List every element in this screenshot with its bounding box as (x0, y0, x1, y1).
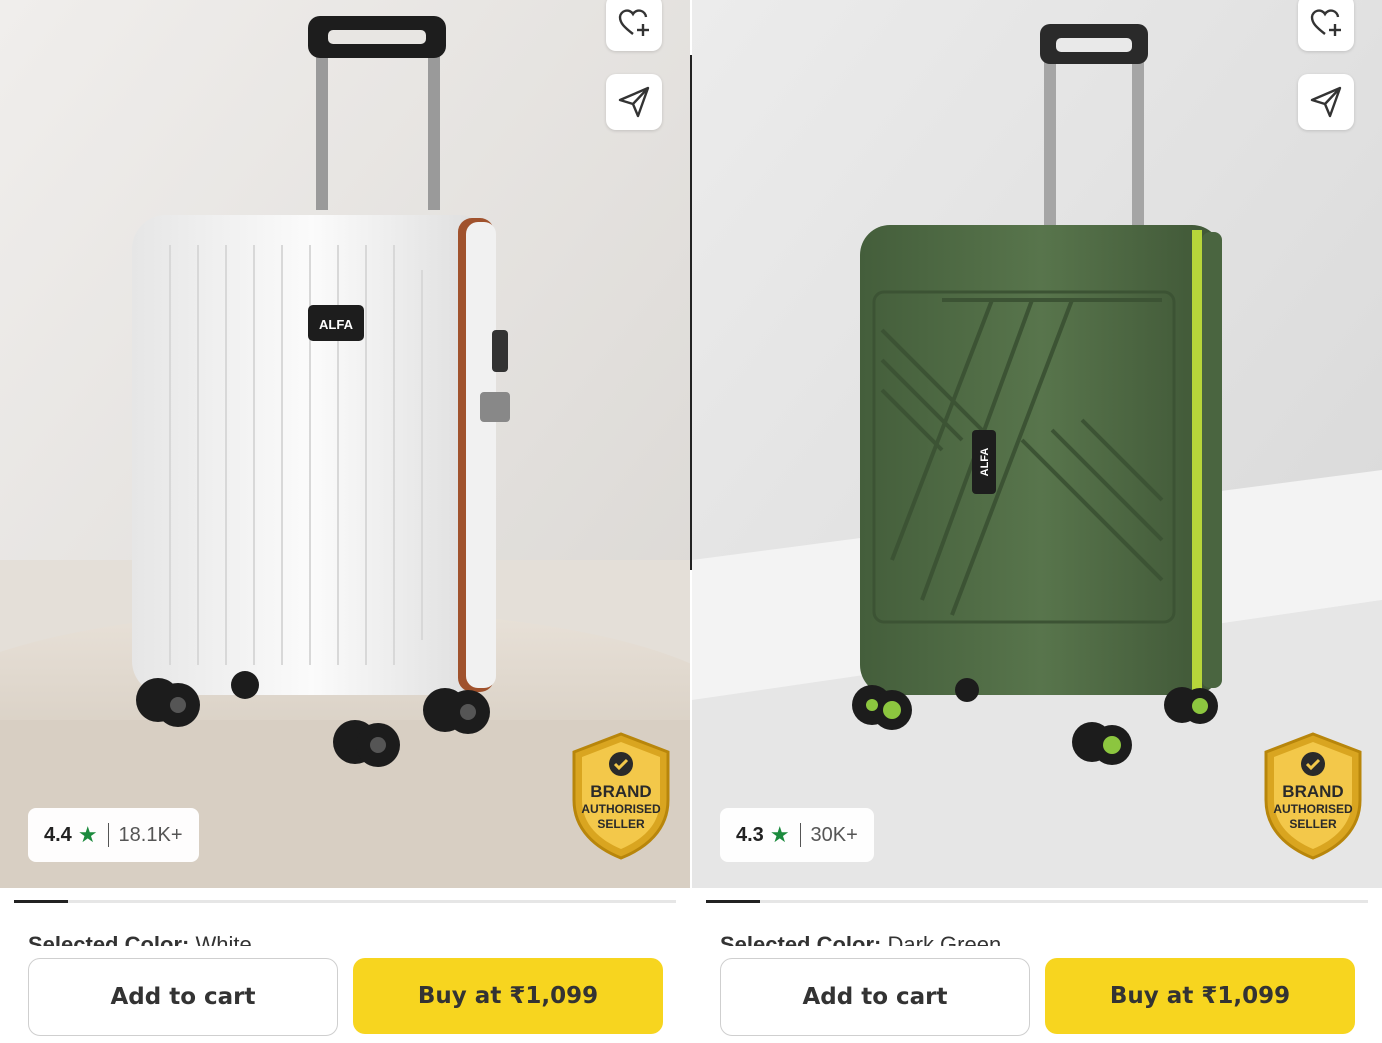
heart-plus-icon (1310, 9, 1341, 36)
image-carousel-indicator (706, 900, 1368, 903)
badge-line-seller: SELLER (597, 817, 645, 831)
selected-color-label: Selected Color: (720, 932, 882, 946)
product-panel-dark-green: ALFA 4.3 ★ 30K+ BRAND AUTHORISED SELLER … (692, 0, 1382, 1043)
brand-authorised-seller-badge: BRAND AUTHORISED SELLER (1260, 730, 1366, 860)
brand-authorised-seller-badge: BRAND AUTHORISED SELLER (568, 730, 674, 860)
buy-now-button[interactable]: Buy at ₹1,099 (1045, 958, 1355, 1034)
wishlist-button[interactable] (1298, 0, 1354, 51)
badge-line-seller: SELLER (1289, 817, 1337, 831)
star-icon: ★ (77, 822, 98, 847)
product-panel-white: ALFA 4.4 ★ 18.1K+ BRAND AUTHORISED SELLE… (0, 0, 690, 1043)
share-button[interactable] (606, 74, 662, 130)
rating-value: 4.4 (44, 823, 72, 846)
badge-line-authorised: AUTHORISED (1273, 802, 1353, 816)
rating-chip[interactable]: 4.3 ★ 30K+ (720, 808, 874, 862)
rating-count: 30K+ (810, 823, 858, 846)
add-to-cart-button[interactable]: Add to cart (28, 958, 338, 1036)
rating-divider (799, 823, 801, 847)
rating-chip[interactable]: 4.4 ★ 18.1K+ (28, 808, 199, 862)
share-button[interactable] (1298, 74, 1354, 130)
rating-count: 18.1K+ (118, 823, 183, 846)
selected-color: Selected Color: Dark Green (720, 932, 1001, 946)
svg-text:ALFA: ALFA (979, 448, 991, 477)
rating-value: 4.3 (736, 823, 764, 846)
rating-divider (107, 823, 109, 847)
badge-line-brand: BRAND (590, 782, 652, 801)
selected-color-value: Dark Green (887, 932, 1002, 946)
star-icon: ★ (769, 822, 790, 847)
svg-text:ALFA: ALFA (319, 317, 354, 332)
share-icon (1310, 86, 1342, 118)
heart-plus-icon (618, 9, 649, 36)
selected-color-value: White (195, 932, 252, 946)
selected-color: Selected Color: White (28, 932, 252, 946)
wishlist-button[interactable] (606, 0, 662, 51)
add-to-cart-button[interactable]: Add to cart (720, 958, 1030, 1036)
badge-line-authorised: AUTHORISED (581, 802, 661, 816)
selected-color-label: Selected Color: (28, 932, 190, 946)
share-icon (618, 86, 650, 118)
buy-now-button[interactable]: Buy at ₹1,099 (353, 958, 663, 1034)
image-carousel-indicator (14, 900, 676, 903)
badge-line-brand: BRAND (1282, 782, 1344, 801)
